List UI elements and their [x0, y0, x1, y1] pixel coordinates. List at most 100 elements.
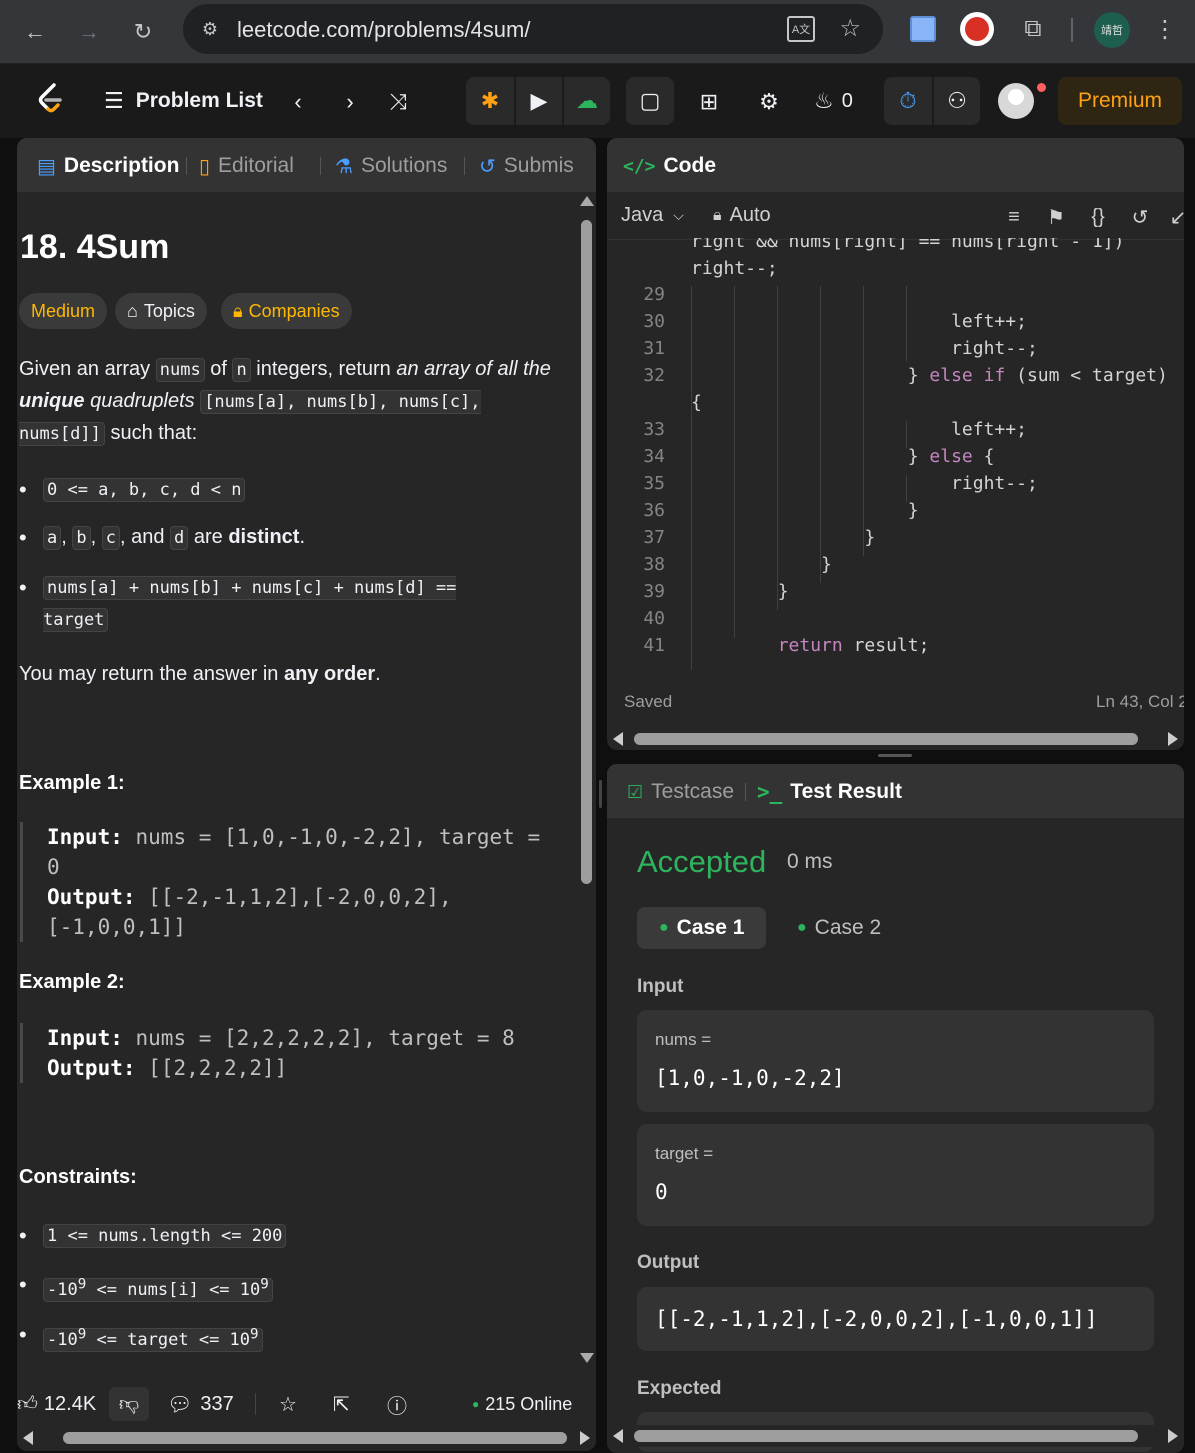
companies-button[interactable]: 🔒︎ Companies [221, 293, 352, 329]
target-input-box[interactable]: target = 0 [637, 1124, 1154, 1226]
browser-menu-icon[interactable]: ⋮ [1150, 14, 1180, 44]
extensions-puzzle-icon[interactable]: ⧉ [1016, 12, 1050, 46]
output-box[interactable]: [[-2,-1,1,2],[-2,0,0,2],[-1,0,0,1]] [637, 1287, 1154, 1351]
streak-counter[interactable]: ♨ 0 [814, 86, 853, 116]
next-problem-icon[interactable]: › [330, 82, 370, 122]
shuffle-icon[interactable]: ⤨ [378, 82, 418, 122]
panel-resize-handle[interactable] [878, 754, 912, 757]
format-icon[interactable]: ≡ [999, 202, 1029, 232]
premium-button[interactable]: Premium [1058, 77, 1182, 125]
code-editor[interactable]: right && nums[right] == nums[right - 1])… [607, 238, 1184, 670]
scroll-left-arrow[interactable] [23, 1431, 33, 1445]
layout-grid-icon[interactable]: ⊞ [689, 82, 729, 122]
code-line[interactable]: 41 return result; [607, 635, 1184, 662]
tab-solutions[interactable]: ⚗ Solutions [335, 152, 447, 180]
add-friend-icon[interactable]: ⚇ [932, 77, 980, 125]
description-hscrollbar[interactable] [17, 1427, 596, 1449]
bookmark-star-icon[interactable]: ☆ [839, 14, 861, 43]
timer-icon[interactable]: ⏱ [884, 77, 932, 125]
run-button[interactable]: ▶ [514, 77, 562, 125]
settings-gear-icon[interactable]: ⚙ [749, 82, 789, 122]
code-line[interactable]: 36 } [607, 500, 1184, 527]
scroll-thumb[interactable] [581, 220, 592, 884]
collapse-icon[interactable]: ↙ [1163, 202, 1184, 232]
panel-resize-handle-vertical[interactable] [599, 780, 602, 808]
favorite-star-icon[interactable]: ☆ [279, 1387, 297, 1421]
problem-list-link[interactable]: ☰ Problem List [104, 86, 263, 116]
tab-description-label: Description [63, 154, 180, 177]
scroll-down-arrow[interactable] [580, 1353, 594, 1363]
scroll-right-arrow[interactable] [1168, 732, 1178, 746]
tab-testcase[interactable]: ☑ Testcase [627, 778, 734, 806]
address-bar[interactable]: ⚙ leetcode.com/problems/4sum/ A文 ☆ [183, 4, 883, 54]
bookmark-icon[interactable]: ⚑ [1041, 202, 1071, 232]
site-settings-icon[interactable]: ⚙ [197, 16, 223, 42]
auto-mode[interactable]: 🔒︎ Auto [713, 204, 771, 227]
braces-icon[interactable]: {} [1083, 202, 1113, 232]
line-number: 34 [643, 446, 665, 467]
comments-button[interactable]: 💬︎ 337 [167, 1387, 234, 1421]
tab-code[interactable]: </> Code [623, 152, 716, 180]
description-scrollbar[interactable] [577, 192, 596, 1377]
code-line[interactable]: 33 left++; [607, 419, 1184, 446]
like-button[interactable]: 👍︎ 12.4K [17, 1387, 96, 1421]
scroll-up-arrow[interactable] [580, 196, 594, 206]
extension-stop-icon[interactable] [960, 12, 994, 46]
nums-input-box[interactable]: nums = [1,0,-1,0,-2,2] [637, 1010, 1154, 1112]
debug-icon[interactable]: ✱ [466, 77, 514, 125]
code-line[interactable]: { [607, 392, 1184, 419]
tab-description[interactable]: ▤ Description [37, 152, 179, 180]
dislike-button[interactable]: 👎︎ [109, 1387, 149, 1421]
reset-icon[interactable]: ↺ [1125, 202, 1155, 232]
scroll-right-arrow[interactable] [580, 1431, 590, 1445]
topics-button[interactable]: ⌂ Topics [115, 293, 207, 329]
code-line[interactable]: 35 right--; [607, 473, 1184, 500]
back-icon[interactable]: ← [17, 14, 53, 50]
case-2-tab[interactable]: ● Case 2 [775, 907, 903, 949]
code-line[interactable]: 39 } [607, 581, 1184, 608]
forward-icon[interactable]: → [71, 14, 107, 50]
code-line[interactable]: 31 right--; [607, 338, 1184, 365]
hscroll-thumb[interactable] [634, 1430, 1138, 1442]
user-avatar[interactable] [998, 83, 1034, 119]
code-line[interactable]: 30 left++; [607, 311, 1184, 338]
submit-cloud-icon[interactable]: ☁ [562, 77, 610, 125]
result-hscrollbar[interactable] [607, 1425, 1184, 1447]
code-line[interactable]: 32 } else if (sum < target) [607, 365, 1184, 392]
tab-submissions[interactable]: ↺ Submis [479, 152, 574, 180]
scroll-left-arrow[interactable] [613, 732, 623, 746]
problem-title[interactable]: 18. 4Sum [20, 228, 169, 267]
hscroll-thumb[interactable] [63, 1432, 567, 1444]
timer-group: ⏱ ⚇ [884, 77, 980, 125]
notes-icon[interactable]: ▢ [626, 77, 674, 125]
scroll-left-arrow[interactable] [613, 1429, 623, 1443]
bullet-item: a, b, c, and d are distinct. [19, 522, 305, 554]
case-1-tab[interactable]: ● Case 1 [637, 907, 767, 949]
code-line[interactable]: right--; [607, 258, 1184, 285]
example-1-title: Example 1: [19, 772, 125, 794]
code-line[interactable]: 29 [607, 284, 1184, 311]
share-icon[interactable]: ⇱ [333, 1387, 350, 1421]
code-line[interactable]: 40 [607, 608, 1184, 635]
url-text[interactable]: leetcode.com/problems/4sum/ [237, 17, 530, 43]
help-icon[interactable]: ⓘ [387, 1387, 407, 1421]
leetcode-logo-icon[interactable] [34, 82, 68, 118]
cursor-position: Ln 43, Col 2 [1096, 692, 1184, 711]
extension-image-icon[interactable] [910, 16, 936, 42]
code-line[interactable]: right && nums[right] == nums[right - 1]) [607, 238, 1184, 258]
prev-problem-icon[interactable]: ‹ [278, 82, 318, 122]
code-line[interactable]: 37 } [607, 527, 1184, 554]
code-line[interactable]: 34 } else { [607, 446, 1184, 473]
code-line[interactable]: 38 } [607, 554, 1184, 581]
profile-avatar[interactable]: 靖哲 [1094, 12, 1130, 48]
language-select[interactable]: Java ⌵ [621, 204, 684, 227]
reload-icon[interactable]: ↻ [125, 14, 161, 50]
hscroll-thumb[interactable] [634, 733, 1138, 745]
tab-editorial[interactable]: ▯ Editorial [199, 152, 294, 180]
translate-icon[interactable]: A文 [787, 16, 815, 42]
line-number: 35 [643, 473, 665, 494]
scroll-right-arrow[interactable] [1168, 1429, 1178, 1443]
bullet-text: , and [120, 526, 171, 548]
code-hscrollbar[interactable] [607, 728, 1184, 750]
tab-test-result[interactable]: >_ Test Result [757, 778, 902, 806]
